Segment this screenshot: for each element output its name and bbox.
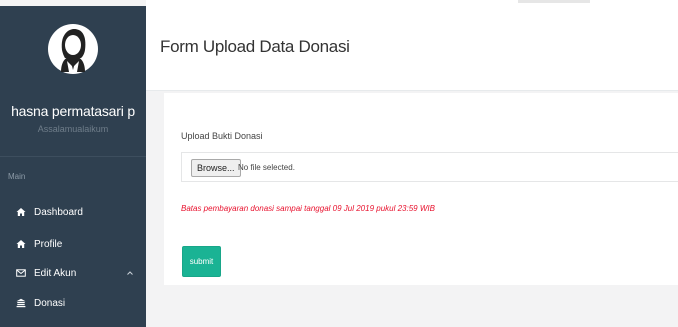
file-status-text: No file selected.	[238, 163, 295, 172]
sidebar-divider	[0, 156, 146, 157]
envelope-icon	[16, 269, 26, 277]
upload-form-panel: Upload Bukti Donasi Browse... No file se…	[164, 93, 678, 285]
sidebar: hasna permatasari p Assalamualaikum Main…	[0, 6, 146, 327]
file-upload-input[interactable]: Browse... No file selected.	[181, 152, 678, 182]
chevron-up-icon[interactable]	[126, 269, 134, 277]
nav-header: Main	[8, 172, 26, 181]
submit-button[interactable]: submit	[182, 246, 221, 277]
sidebar-item-label: Edit Akun	[34, 268, 77, 279]
deadline-note: Batas pembayaran donasi sampai tanggal 0…	[181, 204, 435, 213]
top-strip-bar	[518, 0, 590, 3]
user-avatar-icon	[48, 24, 98, 74]
sidebar-item-profile[interactable]: Profile	[0, 232, 146, 258]
page-header: Form Upload Data Donasi	[146, 6, 678, 91]
upload-field-label: Upload Bukti Donasi	[181, 131, 263, 141]
browse-button[interactable]: Browse...	[191, 159, 241, 177]
sidebar-item-dashboard[interactable]: Dashboard	[0, 200, 146, 226]
page-title: Form Upload Data Donasi	[160, 37, 350, 56]
avatar[interactable]	[47, 20, 99, 78]
sidebar-greeting: Assalamualaikum	[37, 124, 109, 134]
sidebar-item-label: Dashboard	[34, 207, 83, 218]
sidebar-item-donasi[interactable]: Donasi	[0, 291, 146, 317]
home-icon	[16, 208, 26, 216]
home-icon	[16, 240, 26, 248]
sidebar-item-label: Donasi	[34, 298, 66, 309]
sidebar-item-edit-akun[interactable]: Edit Akun	[0, 261, 146, 287]
sidebar-item-label: Profile	[34, 239, 63, 250]
bank-icon	[16, 298, 26, 308]
sidebar-username: hasna permatasari p	[11, 103, 135, 119]
